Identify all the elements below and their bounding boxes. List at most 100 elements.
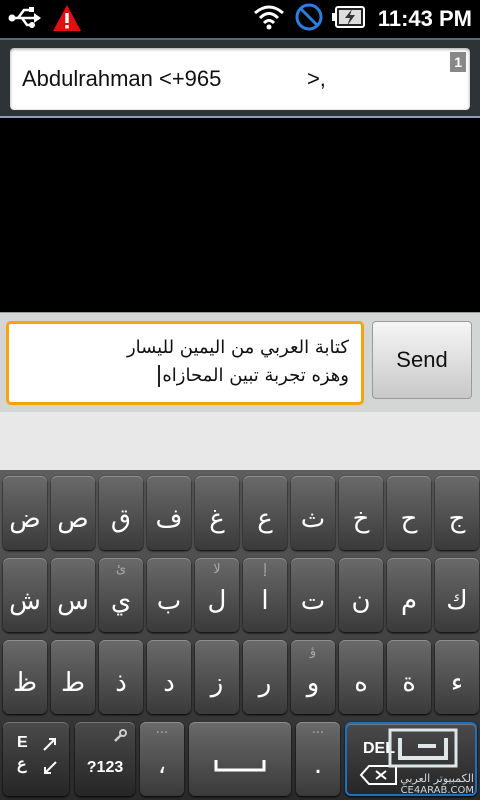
key-label: و: [306, 668, 320, 698]
status-bar-notifications: [8, 4, 82, 36]
key-label: .: [313, 750, 323, 780]
key-jim[interactable]: ج: [435, 476, 479, 550]
key-lam[interactable]: لا ل: [195, 558, 239, 632]
key-hint: ···: [311, 726, 325, 741]
key-dad[interactable]: ض: [3, 476, 47, 550]
key-sin[interactable]: س: [51, 558, 95, 632]
period-key[interactable]: ··· .: [296, 722, 340, 796]
key-label: ل: [207, 586, 227, 616]
language-switch-key[interactable]: E ع: [3, 722, 69, 796]
key-label: م: [400, 586, 418, 616]
key-label: ع: [257, 504, 273, 534]
key-label: ا: [261, 586, 269, 616]
watermark-arabic: الكمبيوتر العربي: [400, 772, 474, 785]
lang-label-bottom: ع: [17, 756, 27, 773]
key-ra[interactable]: ر: [243, 640, 287, 714]
key-label: ،: [157, 750, 167, 780]
key-label: س: [57, 586, 89, 616]
recipient-text: Abdulrahman <+965 >,: [22, 66, 326, 91]
key-hint: إ: [263, 562, 267, 577]
key-label: ي: [110, 586, 132, 616]
arabic-keyboard: ض ص ق ف غ ع ث خ ح ج ش س ئي ب لا ل إا ت ن …: [0, 470, 480, 800]
key-tha[interactable]: ث: [291, 476, 335, 550]
watermark-url: CE4ARAB.COM: [400, 785, 474, 796]
key-label: ك: [446, 586, 468, 616]
key-kha[interactable]: خ: [339, 476, 383, 550]
key-label: ط: [60, 668, 86, 698]
status-bar: 11:43 PM: [0, 0, 480, 38]
key-label: خ: [352, 504, 370, 534]
compose-panel: كتابة العربي من اليمين لليسار وهزه تجربة…: [0, 312, 480, 412]
usb-icon: [8, 4, 42, 36]
key-label: د: [163, 668, 175, 698]
key-ta-marbuta[interactable]: ة: [387, 640, 431, 714]
message-input[interactable]: كتابة العربي من اليمين لليسار وهزه تجربة…: [6, 321, 364, 405]
space-icon: [213, 756, 267, 778]
key-alif[interactable]: إا: [243, 558, 287, 632]
key-label: ه: [354, 668, 368, 698]
key-dhal[interactable]: ذ: [99, 640, 143, 714]
key-ghain[interactable]: غ: [195, 476, 239, 550]
recipient-count-badge: 1: [450, 52, 466, 72]
blocked-icon: [294, 2, 324, 36]
key-hint: ؤ: [309, 644, 317, 659]
key-heh[interactable]: ه: [339, 640, 383, 714]
key-hint: ئ: [115, 562, 127, 577]
key-kaf[interactable]: ك: [435, 558, 479, 632]
key-label: ح: [400, 504, 418, 534]
key-ba[interactable]: ب: [147, 558, 191, 632]
space-key[interactable]: [189, 722, 291, 796]
clock: 11:43 PM: [377, 6, 472, 31]
message-line-1: كتابة العربي من اليمين لليسار: [126, 337, 349, 358]
conversation-area: [0, 118, 480, 312]
symbols-key[interactable]: ?123: [75, 722, 135, 796]
key-label: ص: [57, 504, 89, 534]
key-dha[interactable]: ظ: [3, 640, 47, 714]
key-label: ن: [351, 586, 371, 616]
key-label: ف: [155, 504, 183, 534]
key-label: ج: [448, 504, 466, 534]
text-cursor: [158, 365, 161, 387]
send-button[interactable]: Send: [372, 321, 472, 399]
status-bar-system: 11:43 PM: [252, 2, 472, 36]
keyboard-suggestion-strip: [0, 412, 480, 470]
key-shin[interactable]: ش: [3, 558, 47, 632]
key-tta[interactable]: ط: [51, 640, 95, 714]
key-ta[interactable]: ت: [291, 558, 335, 632]
message-line-2: وهزه تجربة تبين المحازاه: [21, 362, 349, 390]
key-mim[interactable]: م: [387, 558, 431, 632]
key-hamza[interactable]: ء: [435, 640, 479, 714]
key-label: ذ: [115, 668, 127, 698]
key-nun[interactable]: ن: [339, 558, 383, 632]
key-waw[interactable]: ؤو: [291, 640, 335, 714]
wifi-icon: [252, 3, 286, 35]
key-ain[interactable]: ع: [243, 476, 287, 550]
recipient-field[interactable]: Abdulrahman <+965 >, 1: [10, 48, 470, 110]
key-label: ب: [156, 586, 182, 616]
key-label: غ: [209, 504, 225, 534]
key-ha[interactable]: ح: [387, 476, 431, 550]
key-qaf[interactable]: ق: [99, 476, 143, 550]
lang-label-top: E: [17, 734, 28, 751]
key-ya[interactable]: ئي: [99, 558, 143, 632]
key-fa[interactable]: ف: [147, 476, 191, 550]
symbols-label: ?123: [86, 759, 124, 776]
watermark-logo: [388, 728, 458, 768]
key-label: ث: [300, 504, 326, 534]
message-line-2-text: وهزه تجربة تبين المحازاه: [162, 365, 349, 386]
recipients-panel: Abdulrahman <+965 >, 1: [0, 38, 480, 118]
key-sad[interactable]: ص: [51, 476, 95, 550]
battery-charging-icon: [331, 5, 366, 33]
key-label: ء: [450, 668, 464, 698]
key-zay[interactable]: ز: [195, 640, 239, 714]
key-hint: لا: [213, 562, 221, 577]
key-label: ظ: [12, 668, 38, 698]
warning-icon: [52, 4, 82, 36]
watermark: الكمبيوتر العربي CE4ARAB.COM: [368, 728, 478, 798]
swap-arrows-icon: [41, 736, 59, 780]
key-dal[interactable]: د: [147, 640, 191, 714]
comma-key[interactable]: ··· ،: [140, 722, 184, 796]
key-label: ت: [300, 586, 326, 616]
language-switch-labels: E ع: [17, 734, 28, 774]
key-label: ر: [258, 668, 272, 698]
